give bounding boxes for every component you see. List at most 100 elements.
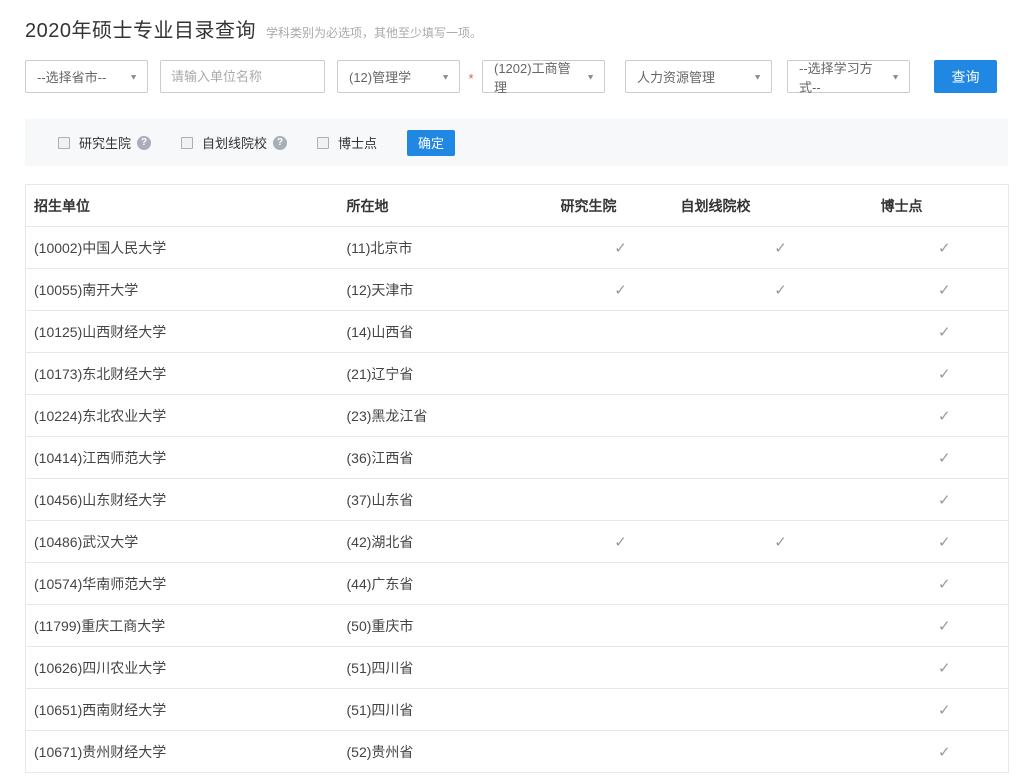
check-icon: ✓ [774,240,787,257]
column-header-self-line: 自划线院校 [681,185,881,227]
doctoral-check-cell: ✓ [881,647,1009,689]
self-line-filter: 自划线院校 ? [181,133,287,152]
unit-cell: (10456)山东财经大学 [26,479,341,521]
unit-cell: (10651)西南财经大学 [26,689,341,731]
location-cell: (36)江西省 [341,437,561,479]
self-line-check-cell [681,353,881,395]
major-select-value: 人力资源管理 [637,67,715,86]
column-header-unit: 招生单位 [26,185,341,227]
filter-bar: --选择省市-- ▼ (12)管理学 ▼ * (1202)工商管理 ▼ 人力资源… [25,60,1008,93]
doctoral-check-cell: ✓ [881,269,1009,311]
table-row: (10456)山东财经大学(37)山东省 ✓ [26,479,1009,521]
grad-school-check-cell [561,395,681,437]
grad-school-check-cell: ✓ [561,269,681,311]
doctoral-filter: 博士点 [317,133,377,152]
chevron-down-icon: ▼ [891,72,900,81]
search-button[interactable]: 查询 [934,60,997,93]
self-line-check-cell [681,563,881,605]
table-row: (10414)江西师范大学(36)江西省 ✓ [26,437,1009,479]
self-line-check-cell [681,311,881,353]
check-icon: ✓ [938,534,951,551]
chevron-down-icon: ▼ [753,72,762,81]
unit-cell: (10125)山西财经大学 [26,311,341,353]
doctoral-label: 博士点 [338,133,377,152]
doctoral-check-cell: ✓ [881,479,1009,521]
location-cell: (51)四川省 [341,647,561,689]
page-subtitle: 学科类别为必选项，其他至少填写一项。 [266,24,482,41]
check-icon: ✓ [938,240,951,257]
grad-school-check-cell [561,311,681,353]
table-body: (10002)中国人民大学(11)北京市✓✓✓(10055)南开大学(12)天津… [26,227,1009,773]
self-line-checkbox[interactable] [181,137,193,149]
table-row: (10486)武汉大学(42)湖北省✓✓✓ [26,521,1009,563]
table-row: (10224)东北农业大学(23)黑龙江省✓ [26,395,1009,437]
grad-school-check-cell [561,353,681,395]
results-table: 招生单位 所在地 研究生院 自划线院校 博士点 (10002)中国人民大学(11… [25,184,1009,773]
location-cell: (44)广东省 [341,563,561,605]
province-select[interactable]: --选择省市-- ▼ [25,60,148,93]
self-line-check-cell [681,395,881,437]
province-select-value: --选择省市-- [37,67,106,86]
self-line-check-cell [681,731,881,773]
self-line-label: 自划线院校 [202,133,267,152]
unit-cell: (10414)江西师范大学 [26,437,341,479]
unit-name-input[interactable] [160,60,325,93]
table-header-row: 招生单位 所在地 研究生院 自划线院校 博士点 [26,185,1009,227]
unit-cell: (10002)中国人民大学 [26,227,341,269]
location-cell: (37)山东省 [341,479,561,521]
check-icon: ✓ [774,534,787,551]
table-row: (10651)西南财经大学(51)四川省✓ [26,689,1009,731]
grad-school-check-cell [561,689,681,731]
doctoral-check-cell: ✓ [881,353,1009,395]
doctoral-check-cell: ✓ [881,563,1009,605]
doctoral-checkbox[interactable] [317,137,329,149]
check-icon: ✓ [614,240,627,257]
grad-school-check-cell [561,563,681,605]
grad-school-check-cell [561,605,681,647]
self-line-check-cell [681,647,881,689]
doctoral-check-cell: ✓ [881,227,1009,269]
confirm-button[interactable]: 确定 [407,130,455,156]
category-select-value: (12)管理学 [349,67,411,86]
unit-cell: (10626)四川农业大学 [26,647,341,689]
major-select[interactable]: 人力资源管理 ▼ [625,60,772,93]
discipline-select[interactable]: (1202)工商管理 ▼ [482,60,605,93]
doctoral-check-cell: ✓ [881,689,1009,731]
study-mode-select[interactable]: --选择学习方式-- ▼ [787,60,910,93]
doctoral-check-cell: ✓ [881,437,1009,479]
grad-school-checkbox[interactable] [58,137,70,149]
unit-cell: (10055)南开大学 [26,269,341,311]
location-cell: (50)重庆市 [341,605,561,647]
help-icon[interactable]: ? [137,136,151,150]
table-row: (10125)山西财经大学(14)山西省✓ [26,311,1009,353]
unit-cell: (10486)武汉大学 [26,521,341,563]
check-icon: ✓ [938,408,951,425]
grad-school-filter: 研究生院 ? [58,133,151,152]
column-header-location: 所在地 [341,185,561,227]
unit-cell: (10671)贵州财经大学 [26,731,341,773]
grad-school-label: 研究生院 [79,133,131,152]
check-icon: ✓ [938,366,951,383]
grad-school-check-cell [561,731,681,773]
chevron-down-icon: ▼ [129,72,138,81]
unit-cell: (11799)重庆工商大学 [26,605,341,647]
check-icon: ✓ [938,660,951,677]
category-select[interactable]: (12)管理学 ▼ [337,60,460,93]
help-icon[interactable]: ? [273,136,287,150]
table-row: (10173)东北财经大学(21)辽宁省✓ [26,353,1009,395]
check-icon: ✓ [774,282,787,299]
location-cell: (52)贵州省 [341,731,561,773]
checkbox-filter-bar: 研究生院 ? 自划线院校 ? 博士点 确定 [25,119,1008,166]
table-row: (10002)中国人民大学(11)北京市 ✓ ✓ ✓ [26,227,1009,269]
doctoral-check-cell: ✓ [881,731,1009,773]
table-row: (10671)贵州财经大学(52)贵州省 ✓ [26,731,1009,773]
self-line-check-cell: ✓ [681,521,881,563]
self-line-check-cell [681,479,881,521]
self-line-check-cell [681,437,881,479]
location-cell: (12)天津市 [341,269,561,311]
location-cell: (11)北京市 [341,227,561,269]
doctoral-check-cell: ✓ [881,521,1009,563]
page: 2020年硕士专业目录查询 学科类别为必选项，其他至少填写一项。 --选择省市-… [25,14,1008,773]
check-icon: ✓ [938,576,951,593]
check-icon: ✓ [938,492,951,509]
